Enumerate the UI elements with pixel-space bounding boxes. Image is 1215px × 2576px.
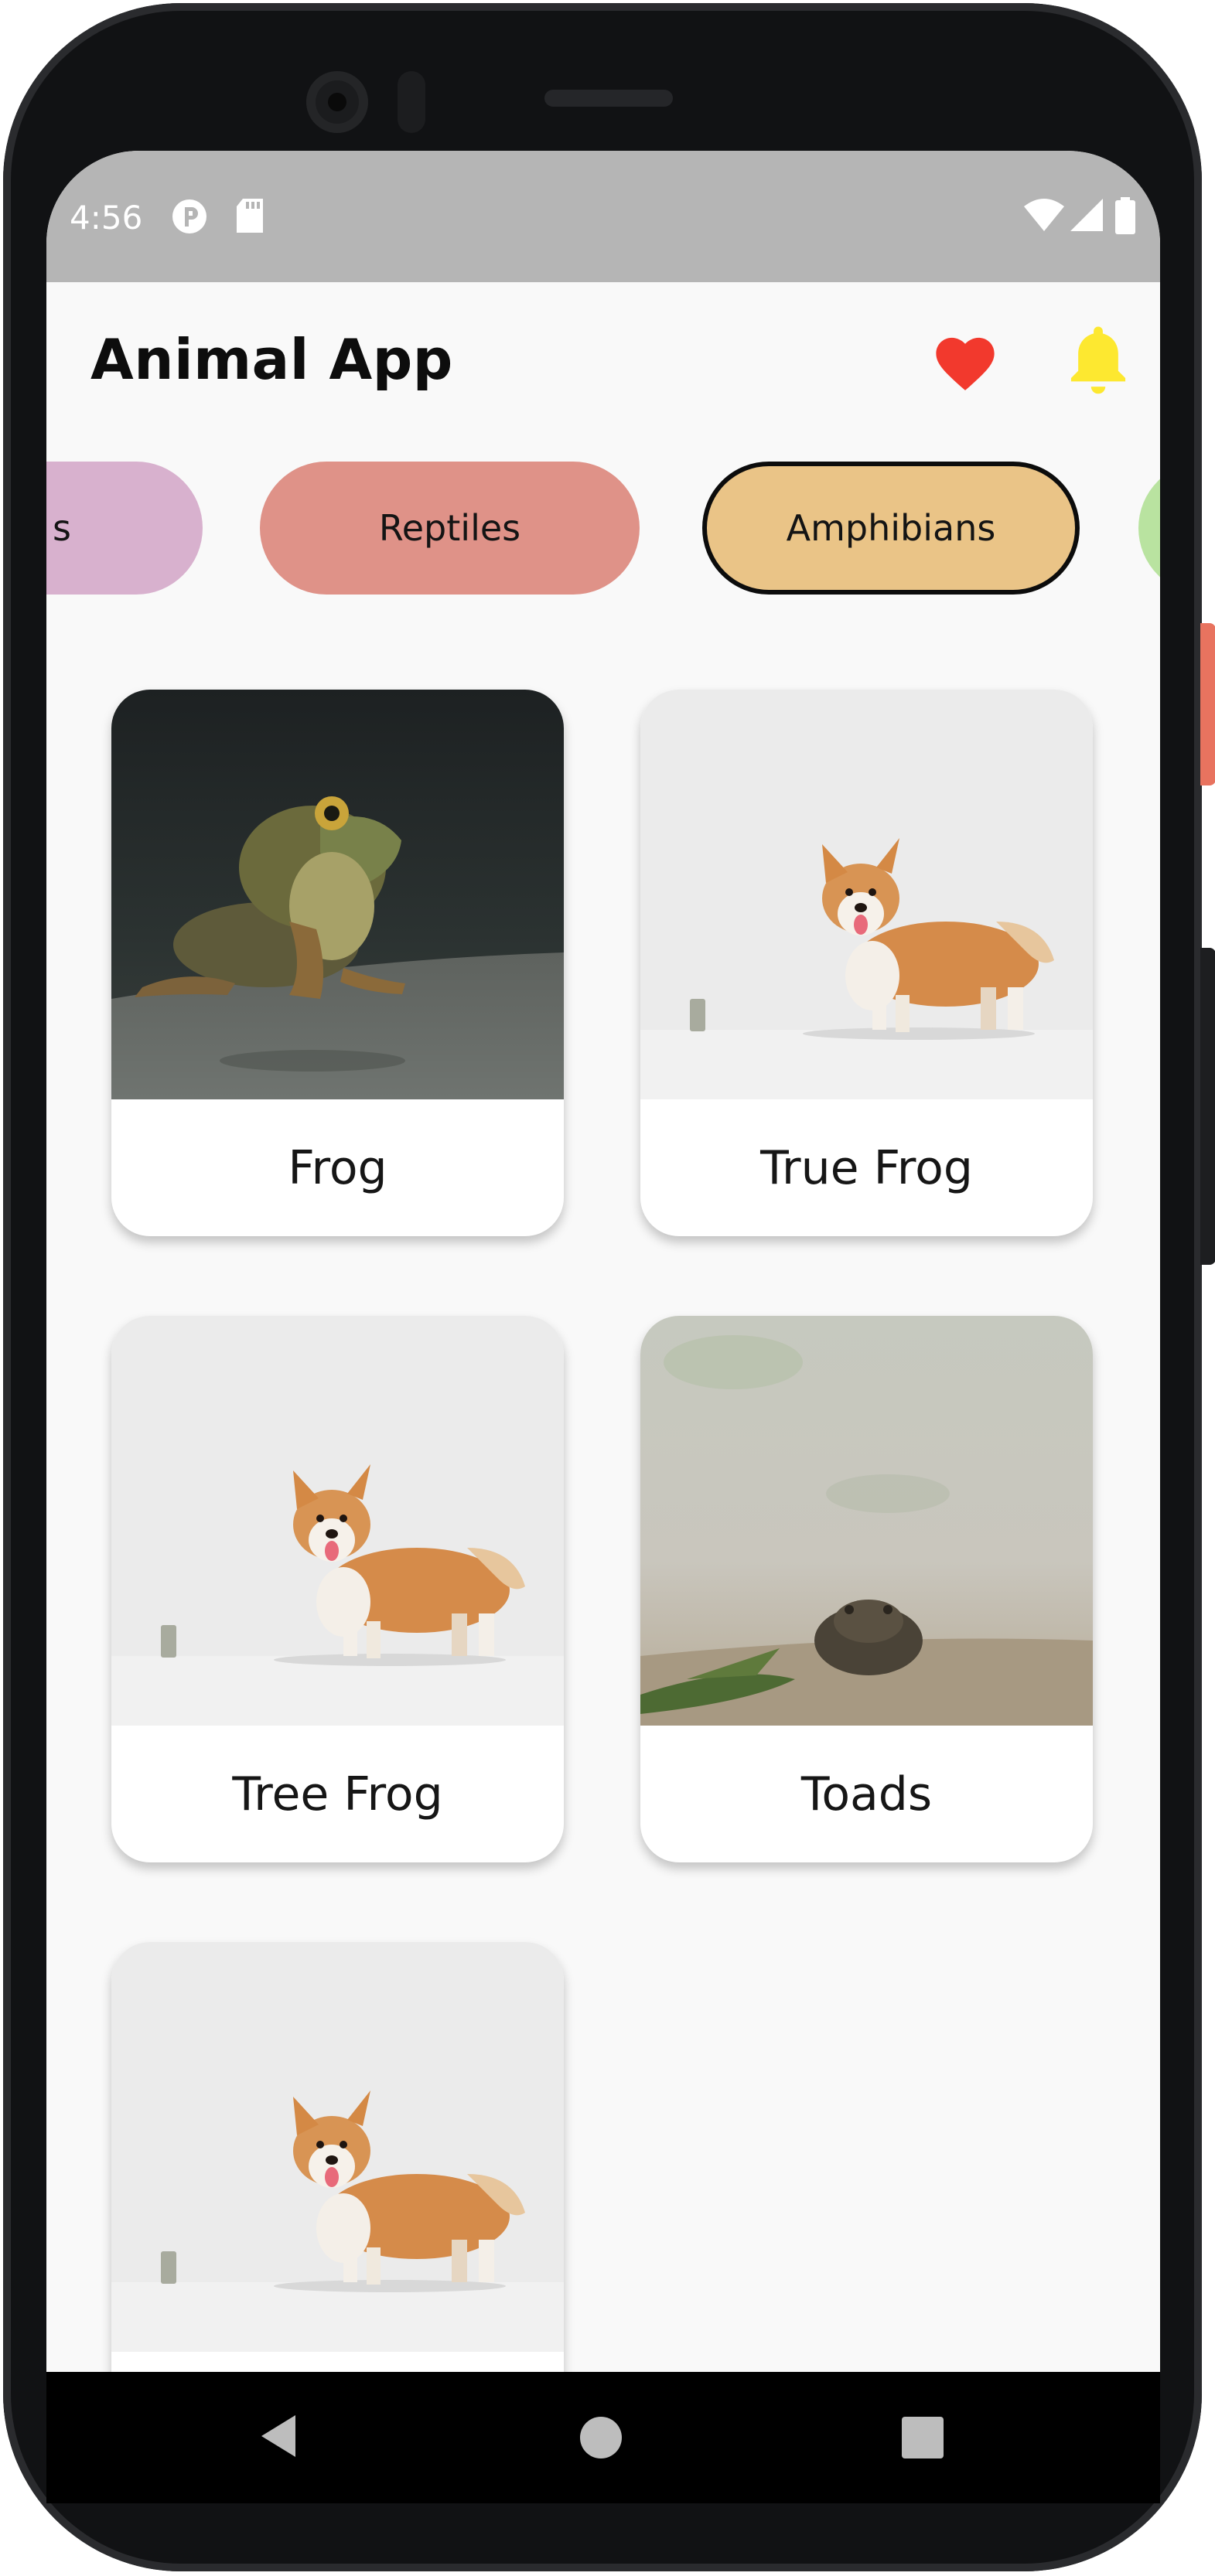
bell-icon[interactable] <box>1063 322 1133 397</box>
chip-label: Amphibians <box>786 507 996 549</box>
chip-label: s <box>53 507 71 549</box>
corgi-photo <box>640 690 1093 1099</box>
animal-card[interactable] <box>111 1942 564 2372</box>
battery-icon <box>1115 197 1135 234</box>
front-camera <box>306 71 368 133</box>
chip-reptiles[interactable]: Reptiles <box>260 462 640 595</box>
circle-p-icon <box>172 199 206 233</box>
animal-card[interactable]: Tree Frog <box>111 1316 564 1862</box>
animal-name: Toads <box>800 1767 933 1821</box>
volume-button <box>1200 948 1215 1265</box>
sd-card-icon <box>237 199 263 233</box>
wifi-icon <box>1024 199 1064 231</box>
proximity-sensor <box>398 71 425 133</box>
chip-amphibians[interactable]: Amphibians <box>702 462 1080 595</box>
power-button <box>1200 623 1215 785</box>
corgi-photo <box>111 1942 564 2352</box>
animal-card[interactable]: Toads <box>640 1316 1093 1862</box>
back-triangle-icon[interactable] <box>257 2412 300 2460</box>
earpiece-speaker <box>544 90 673 107</box>
app-screen: 4:56 Animal App s Reptiles Amphibians Fr… <box>46 151 1160 2372</box>
system-nav-bar <box>46 2372 1160 2503</box>
app-title: Animal App <box>90 327 453 392</box>
recents-square-icon[interactable] <box>902 2417 944 2458</box>
status-bar: 4:56 <box>46 151 1160 282</box>
animal-name: Frog <box>288 1140 387 1195</box>
chip-mammals[interactable]: s <box>46 462 203 595</box>
animal-name <box>111 2352 564 2372</box>
chip-next-category[interactable] <box>1138 462 1160 595</box>
frog-photo <box>111 690 564 1099</box>
category-chips: s Reptiles Amphibians <box>46 462 1160 601</box>
home-circle-icon[interactable] <box>580 2417 622 2458</box>
animal-card[interactable]: True Frog <box>640 690 1093 1236</box>
signal-icon <box>1070 199 1103 231</box>
heart-icon[interactable] <box>932 329 998 395</box>
corgi-photo <box>111 1316 564 1726</box>
animal-name: True Frog <box>760 1140 973 1195</box>
animal-name: Tree Frog <box>232 1767 443 1821</box>
chip-label: Reptiles <box>378 507 521 549</box>
status-time: 4:56 <box>70 199 143 237</box>
toad-photo <box>640 1316 1093 1726</box>
animal-card[interactable]: Frog <box>111 690 564 1236</box>
app-bar: Animal App <box>46 282 1160 452</box>
